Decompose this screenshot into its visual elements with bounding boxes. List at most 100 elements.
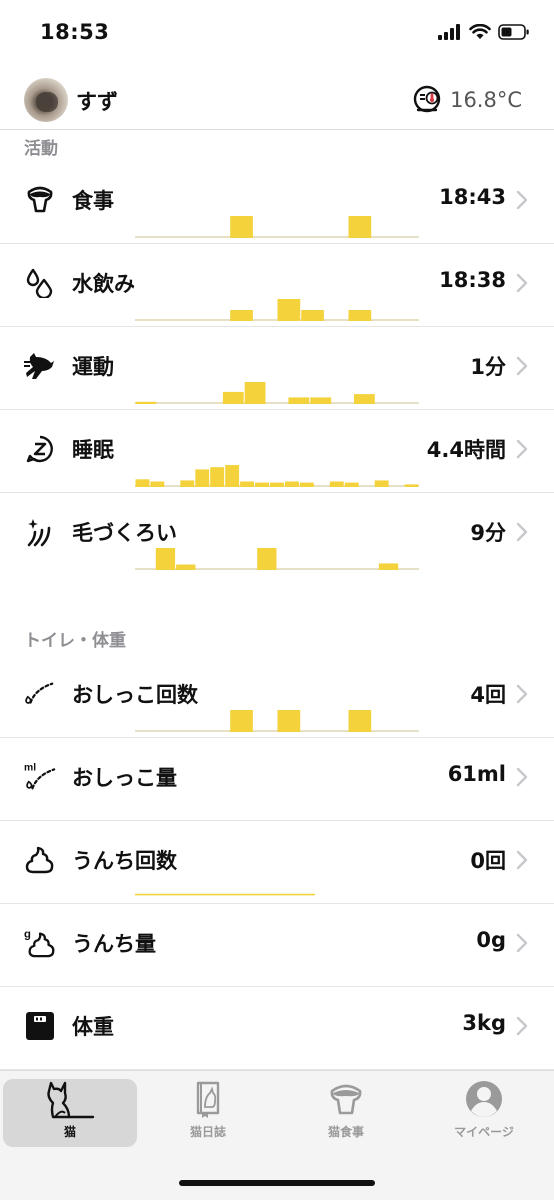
row-urine-volume[interactable]: ml おしっこ量 61ml [0, 739, 554, 821]
status-bar: 18:53 [0, 0, 554, 68]
cat-name[interactable]: すず [76, 86, 118, 116]
sparkline-sleep [135, 465, 419, 487]
sparkline-exercise [135, 382, 419, 404]
sparkline-bar [210, 467, 225, 487]
wifi-icon [469, 24, 491, 39]
sparkline-meal [135, 216, 419, 238]
food-bowl-icon [330, 1084, 362, 1115]
status-icons [438, 24, 530, 40]
chevron-right-icon [516, 1016, 528, 1036]
sparkline-bar [155, 548, 176, 570]
tab-cat-diary[interactable]: 猫日誌 [141, 1079, 275, 1147]
tab-label-cat-diary: 猫日誌 [189, 1125, 226, 1139]
row-sleep[interactable]: 睡眠 4.4時間 [0, 411, 554, 493]
tab-cat[interactable]: 猫 [3, 1079, 137, 1147]
row-label-grooming: 毛づくろい [72, 521, 177, 545]
tab-label-my-page: マイページ [454, 1125, 514, 1139]
urine-volume-icon-text: ml [24, 762, 36, 773]
cat-header: すず 16.8°C [0, 68, 554, 130]
row-label-poop-count: うんち回数 [72, 849, 177, 873]
row-label-urine-volume: おしっこ量 [72, 766, 177, 790]
row-poop-weight[interactable]: g うんち量 0g [0, 905, 554, 987]
weight-scale-icon [24, 1010, 56, 1042]
sparkline-urine-count [135, 710, 419, 732]
row-value-poop-weight: 0g [476, 928, 506, 952]
row-weight[interactable]: 体重 3kg [0, 988, 554, 1070]
row-label-urine-count: おしっこ回数 [72, 683, 198, 707]
urine-volume-icon: ml [24, 761, 56, 793]
row-value-urine-volume: 61ml [447, 762, 506, 786]
diary-icon [196, 1081, 220, 1118]
row-value-grooming: 9分 [470, 521, 506, 545]
row-label-exercise: 運動 [72, 355, 114, 379]
running-cat-icon [24, 350, 56, 382]
tab-label-cat: 猫 [63, 1125, 76, 1139]
urine-count-icon [24, 678, 56, 710]
row-meal[interactable]: 食事 18:43 [0, 162, 554, 244]
row-urine-count[interactable]: おしっこ回数 4回 [0, 656, 554, 738]
chevron-right-icon [516, 356, 528, 376]
sparkline-bar [257, 548, 277, 570]
chevron-right-icon [516, 850, 528, 870]
chevron-right-icon [516, 273, 528, 293]
tab-my-page[interactable]: マイページ [417, 1079, 551, 1147]
poop-count-icon [24, 844, 56, 876]
row-label-water: 水飲み [72, 272, 135, 296]
row-exercise[interactable]: 運動 1分 [0, 328, 554, 410]
sparkline-bar [195, 469, 210, 487]
row-label-poop-weight: うんち量 [72, 932, 156, 956]
grooming-icon [24, 516, 56, 548]
sparkline-water [135, 299, 419, 321]
sparkline-poop-count [135, 893, 315, 896]
cat-avatar[interactable] [24, 78, 68, 122]
water-drops-icon [24, 267, 56, 299]
tab-label-cat-meal: 猫食事 [327, 1125, 364, 1139]
section-title-toilet-weight: トイレ・体重 [24, 631, 126, 651]
row-value-weight: 3kg [462, 1011, 506, 1035]
row-poop-count[interactable]: うんち回数 0回 [0, 822, 554, 904]
sparkline-bar [277, 299, 301, 321]
chevron-right-icon [516, 522, 528, 542]
chevron-right-icon [516, 684, 528, 704]
sparkline-bar [230, 710, 253, 732]
row-label-weight: 体重 [72, 1015, 114, 1039]
sparkline-bar [277, 710, 301, 732]
cat-icon [47, 1081, 95, 1119]
sparkline-bar [348, 216, 372, 238]
chevron-right-icon [516, 933, 528, 953]
home-indicator [179, 1180, 375, 1186]
chevron-right-icon [516, 767, 528, 787]
status-time: 18:53 [40, 20, 110, 44]
sparkline-bar [222, 391, 244, 404]
sparkline-bar [244, 382, 266, 404]
thermometer-device-icon [413, 85, 441, 113]
sleep-icon [24, 433, 56, 465]
row-value-poop-count: 0回 [470, 849, 506, 873]
tab-cat-meal[interactable]: 猫食事 [279, 1079, 413, 1147]
sparkline-bar [348, 310, 372, 321]
chevron-right-icon [516, 190, 528, 210]
battery-icon [498, 24, 529, 40]
sparkline-bar [225, 465, 240, 487]
poop-weight-icon-text: g [24, 928, 31, 940]
temperature-value: 16.8°C [450, 88, 522, 112]
section-title-activity: 活動 [24, 139, 58, 159]
person-icon [466, 1081, 502, 1117]
sparkline-bar [301, 310, 324, 321]
room-temperature[interactable]: 16.8°C [412, 84, 522, 116]
row-label-sleep: 睡眠 [72, 438, 114, 462]
row-value-urine-count: 4回 [470, 683, 506, 707]
chevron-right-icon [516, 439, 528, 459]
poop-weight-icon: g [24, 927, 56, 959]
row-value-sleep: 4.4時間 [426, 438, 506, 462]
row-value-water: 18:38 [439, 268, 506, 292]
row-grooming[interactable]: 毛づくろい 9分 [0, 494, 554, 576]
sparkline-bar [230, 310, 253, 321]
food-bowl-icon [24, 184, 56, 216]
row-water[interactable]: 水飲み 18:38 [0, 245, 554, 327]
row-value-meal: 18:43 [439, 185, 506, 209]
sparkline-bar [230, 216, 253, 238]
sparkline-grooming [135, 548, 419, 570]
cellular-signal-icon [438, 24, 460, 40]
row-label-meal: 食事 [72, 189, 114, 213]
